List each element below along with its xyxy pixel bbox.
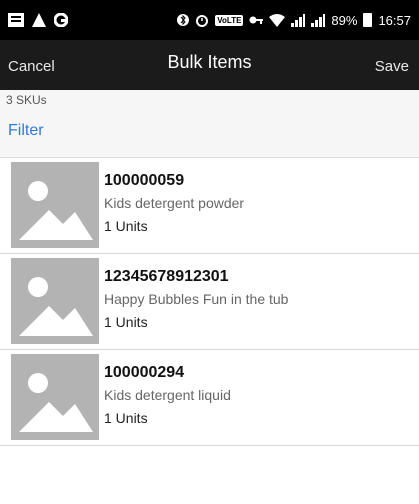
status-bar-right: VoLTE 89% 16:57	[177, 13, 411, 28]
save-button[interactable]: Save	[375, 58, 409, 75]
placeholder-image-icon	[11, 258, 99, 344]
page-title: Bulk Items	[167, 52, 252, 72]
status-bar: VoLTE 89% 16:57	[0, 0, 419, 40]
placeholder-image-icon	[11, 162, 99, 248]
list-item[interactable]: 100000059 Kids detergent powder 1 Units	[0, 158, 419, 254]
clock: 16:57	[378, 12, 411, 28]
alarm-icon	[195, 13, 209, 27]
message-icon	[8, 13, 24, 27]
battery-icon	[363, 13, 373, 27]
item-sku: 100000059	[104, 172, 185, 189]
bluetooth-icon	[177, 13, 190, 27]
key-icon	[249, 15, 264, 25]
item-units: 1 Units	[104, 314, 148, 330]
list-item[interactable]: 12345678912301 Happy Bubbles Fun in the …	[0, 254, 419, 350]
signal-icon	[291, 13, 306, 27]
item-sku: 12345678912301	[104, 268, 229, 285]
a-app-icon	[32, 13, 46, 27]
g-app-icon	[54, 13, 68, 27]
wifi-icon	[269, 13, 286, 27]
item-description: Happy Bubbles Fun in the tub	[104, 291, 289, 307]
item-units: 1 Units	[104, 410, 148, 426]
signal-icon	[311, 13, 326, 27]
navigation-bar: Cancel Bulk Items Save	[0, 40, 419, 90]
item-description: Kids detergent liquid	[104, 387, 231, 403]
status-bar-left	[8, 13, 68, 27]
filter-button[interactable]: Filter	[8, 122, 44, 140]
sku-count: 3 SKUs	[6, 93, 47, 107]
placeholder-image-icon	[11, 354, 99, 440]
item-list: 100000059 Kids detergent powder 1 Units …	[0, 158, 419, 446]
item-units: 1 Units	[104, 218, 148, 234]
list-header: 3 SKUs Filter	[0, 90, 419, 158]
list-item[interactable]: 100000294 Kids detergent liquid 1 Units	[0, 350, 419, 446]
item-description: Kids detergent powder	[104, 195, 245, 211]
battery-percent: 89%	[331, 12, 358, 28]
item-sku: 100000294	[104, 364, 185, 381]
volte-icon: VoLTE	[215, 14, 244, 26]
